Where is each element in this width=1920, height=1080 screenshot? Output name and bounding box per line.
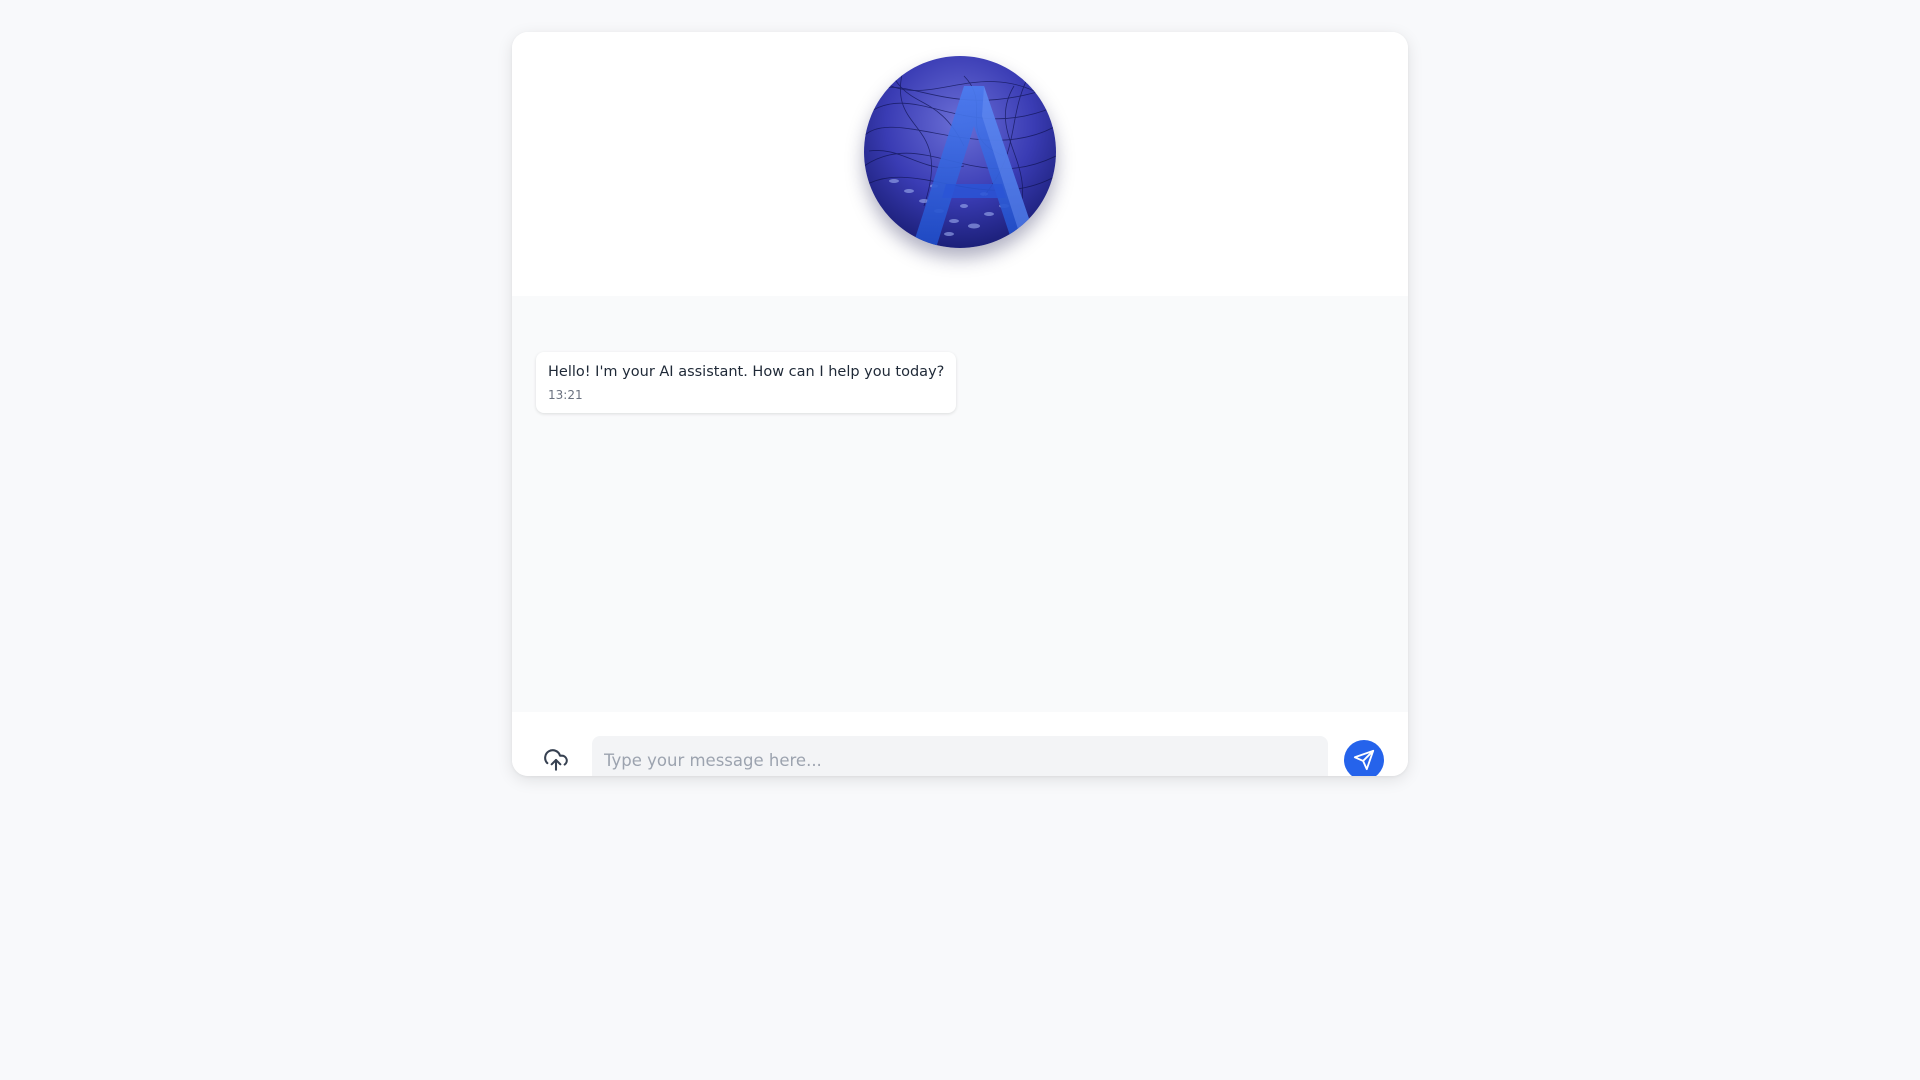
send-button[interactable] <box>1344 740 1384 776</box>
upload-button[interactable] <box>536 736 576 776</box>
assistant-message-bubble: Hello! I'm your AI assistant. How can I … <box>536 352 957 413</box>
chat-header <box>512 32 1408 296</box>
message-list: Hello! I'm your AI assistant. How can I … <box>512 296 1408 712</box>
message-input[interactable] <box>592 736 1328 776</box>
assistant-avatar <box>864 56 1056 248</box>
message-composer <box>512 712 1408 776</box>
assistant-logo-icon <box>864 56 1056 248</box>
message-timestamp: 13:21 <box>548 388 583 402</box>
chat-window: Hello! I'm your AI assistant. How can I … <box>512 32 1408 776</box>
message-text: Hello! I'm your AI assistant. How can I … <box>548 364 945 380</box>
cloud-upload-icon <box>544 749 568 771</box>
send-paper-plane-icon <box>1353 749 1375 771</box>
